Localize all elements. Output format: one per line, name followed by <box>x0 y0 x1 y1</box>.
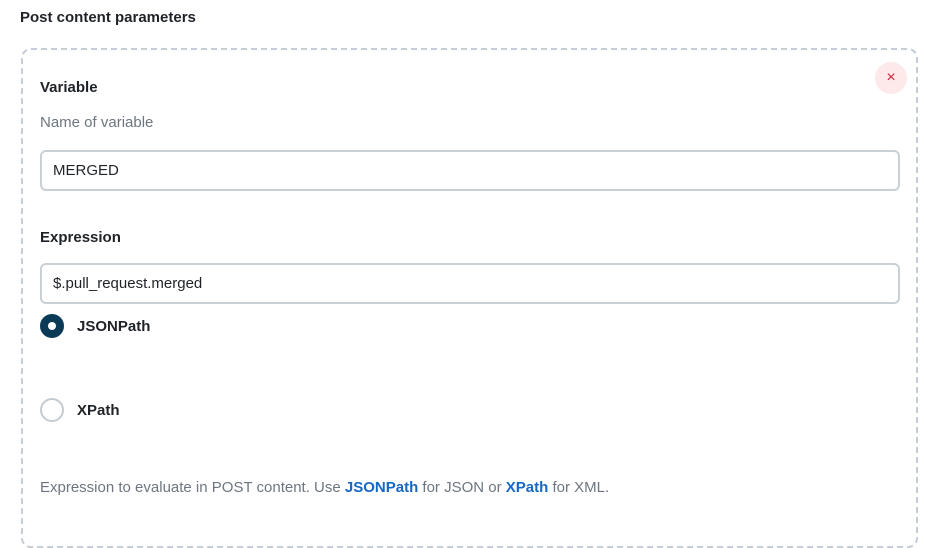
section-title: Post content parameters <box>20 9 196 26</box>
expression-label: Expression <box>40 229 121 246</box>
variable-label: Variable <box>40 79 98 96</box>
remove-parameter-button[interactable]: × <box>875 62 907 94</box>
variable-input[interactable] <box>40 150 900 191</box>
expression-help-text: Expression to evaluate in POST content. … <box>40 479 609 496</box>
close-icon: × <box>886 69 896 86</box>
radio-xpath[interactable]: XPath <box>40 397 120 423</box>
radio-xpath-indicator[interactable] <box>40 398 64 422</box>
xpath-link[interactable]: XPath <box>506 479 549 496</box>
radio-xpath-label: XPath <box>77 401 120 419</box>
help-text-prefix: Expression to evaluate in POST content. … <box>40 479 345 496</box>
radio-jsonpath-label: JSONPath <box>77 317 151 335</box>
help-text-suffix: for XML. <box>548 479 610 496</box>
jsonpath-link[interactable]: JSONPath <box>345 479 418 496</box>
radio-jsonpath-indicator[interactable] <box>40 314 64 338</box>
help-text-mid: for JSON or <box>418 479 506 496</box>
variable-help-text: Name of variable <box>40 114 154 131</box>
radio-jsonpath[interactable]: JSONPath <box>40 313 150 339</box>
expression-input[interactable] <box>40 263 900 304</box>
